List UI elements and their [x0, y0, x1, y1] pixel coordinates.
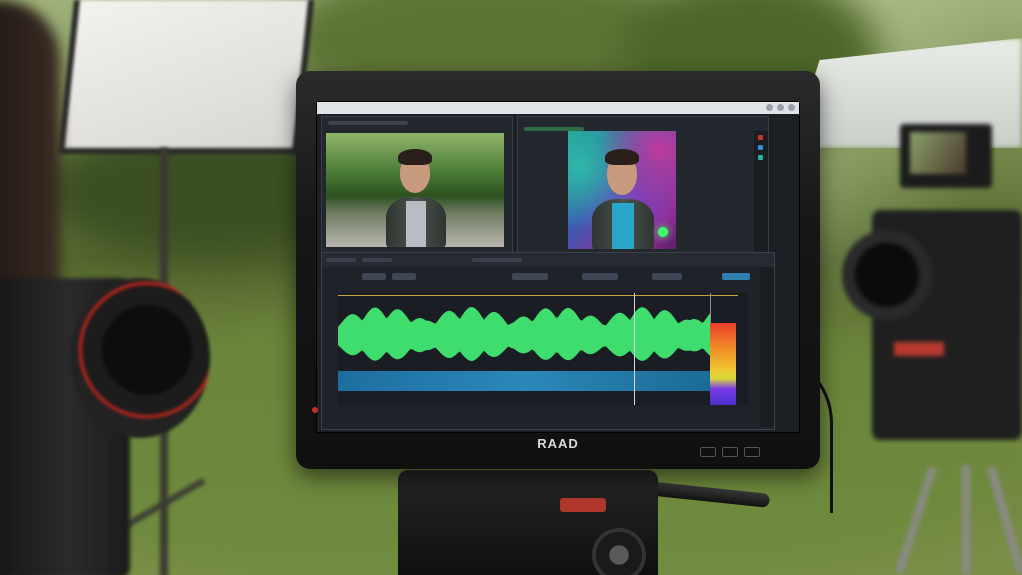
- camera-viewfinder: [900, 124, 992, 188]
- timeline-scroll-column[interactable]: [760, 267, 774, 427]
- close-icon[interactable]: [788, 104, 795, 111]
- foreground-camera: [0, 238, 230, 575]
- monitor-button[interactable]: [722, 447, 738, 457]
- outdoor-scene: RAAD: [0, 0, 1022, 575]
- timeline-tool-button[interactable]: [392, 273, 416, 280]
- timeline-tabs: [322, 253, 774, 267]
- window-controls: [766, 104, 795, 111]
- tripod-red-lever: [560, 498, 606, 512]
- camera-red-handle: [894, 342, 944, 356]
- timeline-panel: [321, 252, 775, 430]
- person-shirt: [612, 203, 634, 249]
- tool-icon[interactable]: [758, 155, 763, 160]
- audio-clip-band[interactable]: [338, 371, 710, 391]
- person-hair: [398, 149, 432, 165]
- monitor-button[interactable]: [700, 447, 716, 457]
- person-shirt: [406, 201, 426, 247]
- monitor-screen: [316, 101, 800, 433]
- app-menubar: [317, 102, 799, 114]
- camera-lens: [842, 230, 932, 320]
- audio-track-area[interactable]: [338, 293, 748, 405]
- tool-column: [754, 131, 768, 265]
- tripod-leg: [986, 466, 1022, 574]
- source-monitor-panel: [321, 116, 513, 266]
- tripod-leg: [962, 465, 970, 575]
- monitor-button[interactable]: [744, 447, 760, 457]
- waveform-graphic: [338, 307, 710, 361]
- volume-line: [338, 295, 738, 296]
- tool-icon[interactable]: [758, 135, 763, 140]
- source-video-frame: [326, 133, 504, 247]
- softbox-light: [57, 0, 315, 154]
- person-hair: [605, 149, 639, 165]
- tripod-knob: [592, 528, 646, 575]
- tripod-leg: [895, 466, 937, 574]
- minimize-icon[interactable]: [766, 104, 773, 111]
- green-indicator: [658, 227, 668, 237]
- waveform-shape: [338, 307, 710, 361]
- timeline-tool-button[interactable]: [512, 273, 548, 280]
- timeline-tab[interactable]: [326, 258, 356, 262]
- monitor-buttons: [700, 447, 760, 457]
- audio-level-meter: [710, 323, 736, 405]
- camera-lens: [70, 278, 210, 438]
- timeline-tool-button[interactable]: [722, 273, 750, 280]
- timeline-tool-button[interactable]: [652, 273, 682, 280]
- tool-icon[interactable]: [758, 145, 763, 150]
- panel-toolbar: [328, 121, 408, 125]
- timeline-tab[interactable]: [472, 258, 522, 262]
- program-video-frame: [568, 131, 676, 249]
- person-figure: [590, 141, 656, 249]
- audio-waveform: [338, 299, 738, 375]
- maximize-icon[interactable]: [777, 104, 784, 111]
- timeline-tool-button[interactable]: [582, 273, 618, 280]
- timeline-tool-button[interactable]: [362, 273, 386, 280]
- background-video-camera: [842, 120, 1022, 575]
- playhead[interactable]: [634, 293, 635, 405]
- timeline-tab[interactable]: [362, 258, 392, 262]
- field-monitor: RAAD: [296, 71, 820, 469]
- program-monitor-panel: [517, 116, 769, 266]
- person-figure: [384, 143, 448, 247]
- power-indicator: [312, 407, 318, 413]
